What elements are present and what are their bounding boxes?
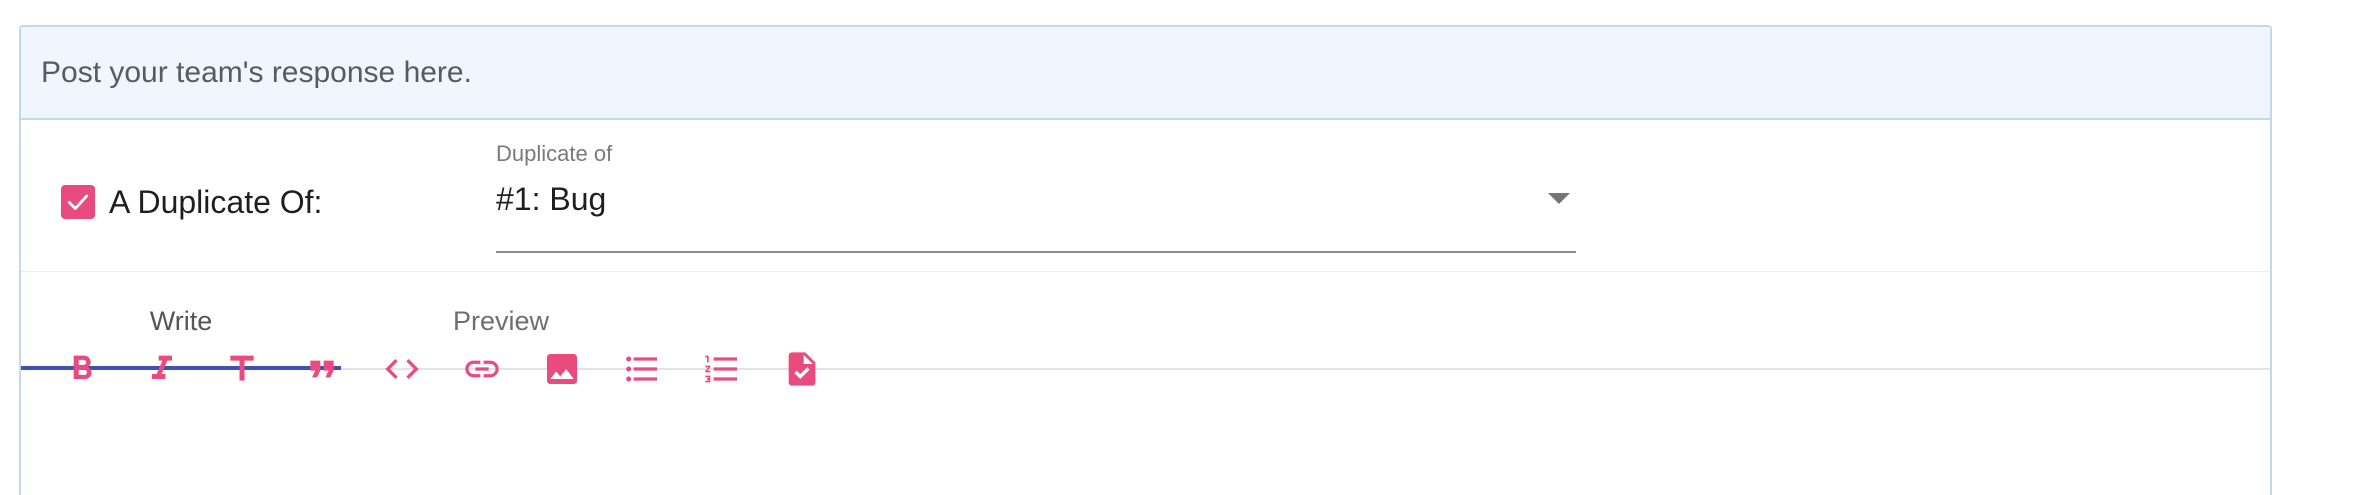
numbered-list-button[interactable] bbox=[698, 345, 746, 393]
quote-icon bbox=[310, 360, 334, 378]
markdown-toolbar bbox=[0, 345, 2370, 405]
italic-icon bbox=[152, 355, 172, 379]
duplicate-label: A Duplicate Of: bbox=[109, 184, 323, 220]
duplicate-row: A Duplicate Of: Duplicate of #1: Bug bbox=[21, 120, 2270, 272]
italic-button[interactable] bbox=[138, 345, 186, 393]
select-value: #1: Bug bbox=[496, 181, 607, 217]
task-list-button[interactable] bbox=[778, 345, 826, 393]
image-button[interactable] bbox=[538, 345, 586, 393]
tab-write-label: Write bbox=[149, 305, 213, 336]
task-list-icon bbox=[788, 352, 816, 386]
numbered-list-icon bbox=[705, 355, 737, 383]
select-floating-label: Duplicate of bbox=[496, 141, 613, 166]
select-underline bbox=[496, 251, 1576, 253]
check-icon bbox=[67, 194, 89, 210]
response-header: Post your team's response here. bbox=[21, 27, 2270, 120]
duplicate-checkbox[interactable] bbox=[61, 185, 95, 219]
code-icon bbox=[385, 359, 419, 379]
bold-icon bbox=[73, 355, 92, 379]
heading-icon bbox=[230, 355, 254, 381]
image-icon bbox=[547, 354, 577, 384]
heading-button[interactable] bbox=[218, 345, 266, 393]
link-button[interactable] bbox=[458, 345, 506, 393]
tab-preview-label: Preview bbox=[452, 305, 550, 336]
bold-button[interactable] bbox=[58, 345, 106, 393]
bulleted-list-button[interactable] bbox=[618, 345, 666, 393]
code-button[interactable] bbox=[378, 345, 426, 393]
link-icon bbox=[465, 360, 499, 378]
response-card: Post your team's response here. A Duplic… bbox=[19, 25, 2272, 495]
bulleted-list-icon bbox=[626, 356, 657, 382]
quote-button[interactable] bbox=[298, 345, 346, 393]
duplicate-of-select[interactable]: Duplicate of #1: Bug bbox=[496, 141, 1576, 253]
dropdown-arrow-icon[interactable] bbox=[1548, 193, 1570, 204]
response-header-text: Post your team's response here. bbox=[41, 55, 472, 89]
